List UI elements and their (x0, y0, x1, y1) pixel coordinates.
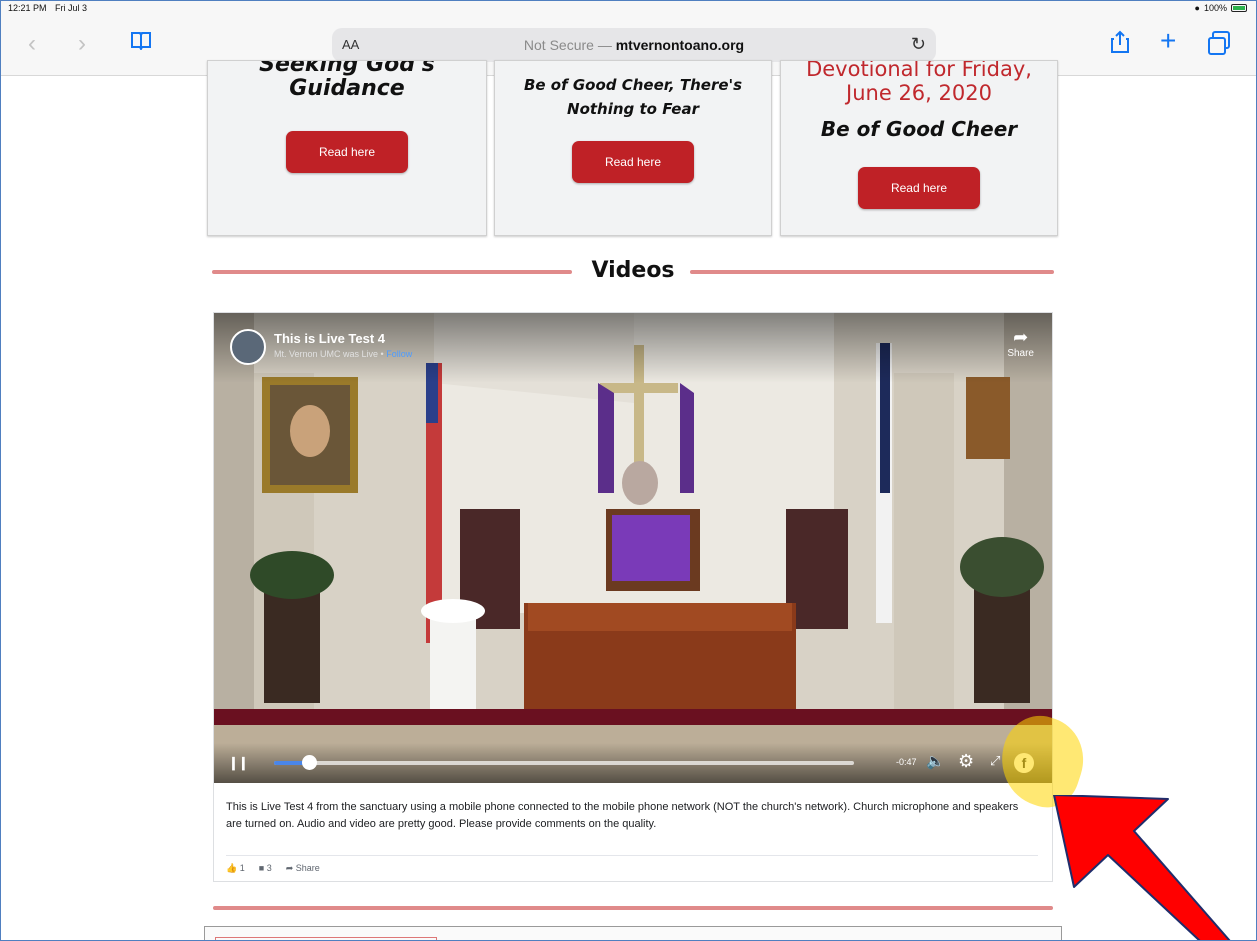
read-here-button[interactable]: Read here (286, 131, 408, 173)
status-right: ● 100% (1195, 3, 1247, 13)
share-action[interactable]: ➦ Share (286, 863, 320, 874)
read-here-button[interactable]: Read here (572, 141, 694, 183)
section-divider (213, 906, 1053, 910)
pause-icon[interactable]: ❙❙ (228, 755, 249, 771)
devotional-card: Be of Good Cheer, There's Nothing to Fea… (494, 60, 772, 236)
video-description: This is Live Test 4 from the sanctuary u… (226, 801, 1019, 830)
video-controls: ❙❙ -0:47 🔈 ⚙ ⤢ f (214, 743, 1052, 783)
card-date-line-1: Devotional for Friday, (806, 60, 1032, 81)
video-author[interactable]: Mt. Vernon UMC was Live (274, 349, 378, 359)
video-subtitle: Mt. Vernon UMC was Live • Follow (274, 349, 413, 359)
follow-link[interactable]: Follow (386, 349, 412, 359)
url-security-label: Not Secure — (523, 37, 612, 53)
address-bar[interactable]: AA Not Secure — mtvernontoano.org ↻ (332, 28, 936, 62)
status-bar: 12:21 PM Fri Jul 3 ● 100% (0, 0, 1257, 16)
progress-scrubber[interactable] (301, 755, 317, 770)
video-embed: This is Live Test 4 Mt. Vernon UMC was L… (213, 312, 1053, 882)
wifi-icon: ● (1194, 3, 1200, 13)
comment-icon: ■ (258, 863, 265, 873)
time-remaining: -0:47 (896, 757, 917, 767)
card-title-line-1: Be of Good Cheer, There's (523, 76, 743, 94)
video-title[interactable]: This is Live Test 4 (274, 331, 385, 346)
comment-count-value: 3 (266, 863, 272, 873)
video-share-label: Share (1007, 348, 1034, 359)
forward-icon[interactable]: › (78, 32, 86, 56)
next-section-card (204, 926, 1062, 941)
section-title: Videos (591, 258, 675, 283)
card-title: Seeking God's Guidance (259, 60, 435, 101)
like-count-value: 1 (239, 863, 245, 873)
card-date-line-2: June 26, 2020 (846, 81, 992, 105)
progress-track[interactable] (274, 755, 854, 770)
back-icon[interactable]: ‹ (28, 32, 36, 56)
settings-icon[interactable]: ⚙ (958, 751, 974, 772)
read-here-button[interactable]: Read here (858, 167, 980, 209)
reload-icon[interactable]: ↻ (911, 34, 926, 55)
share-icon[interactable] (1110, 30, 1130, 59)
volume-icon[interactable]: 🔈 (926, 752, 945, 770)
devotional-card: Seeking God's Guidance Read here (207, 60, 487, 236)
card-title: Be of Good Cheer (820, 117, 1018, 141)
page-avatar[interactable] (230, 329, 266, 365)
like-icon: 👍 (226, 863, 238, 873)
video-top-overlay (214, 313, 1052, 383)
new-tab-icon[interactable]: + (1160, 27, 1176, 55)
battery-icon (1231, 4, 1247, 12)
videos-section-heading: Videos (212, 258, 1054, 288)
devotional-card: Devotional for Friday, June 26, 2020 Be … (780, 60, 1058, 236)
reaction-bar: 👍 1 ■ 3 ➦ Share (226, 855, 1038, 874)
sanctuary-video-frame (214, 313, 1052, 783)
card-title-line-2: Nothing to Fear (567, 100, 699, 118)
battery-percent: 100% (1203, 3, 1227, 13)
red-arrow-annotation (1053, 795, 1231, 941)
comment-count[interactable]: ■ 3 (259, 863, 272, 874)
bookmarks-icon[interactable] (130, 30, 152, 55)
tabs-icon[interactable] (1208, 30, 1230, 55)
next-section-inner-box (215, 937, 437, 941)
fullscreen-icon[interactable]: ⤢ (990, 753, 1000, 769)
like-count[interactable]: 👍 1 (226, 863, 245, 874)
status-date: Fri Jul 3 (55, 3, 88, 13)
share-action-label: Share (295, 863, 320, 873)
status-time: 12:21 PM (8, 3, 47, 13)
video-share-button[interactable]: ➦ Share (1007, 327, 1034, 359)
url-text: Not Secure — mtvernontoano.org (332, 37, 936, 53)
video-player[interactable]: This is Live Test 4 Mt. Vernon UMC was L… (214, 313, 1052, 783)
url-domain: mtvernontoano.org (615, 37, 745, 53)
share-arrow-icon: ➦ (1013, 327, 1029, 347)
